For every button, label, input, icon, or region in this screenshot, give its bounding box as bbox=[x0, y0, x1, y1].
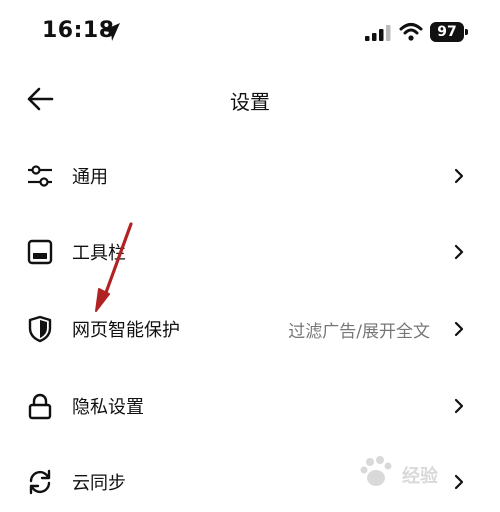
settings-item-label: 通用 bbox=[72, 167, 108, 188]
sync-icon bbox=[29, 469, 51, 495]
toolbar-icon bbox=[27, 239, 53, 265]
chevron-right-icon bbox=[454, 168, 464, 184]
settings-item-label: 工具栏 bbox=[72, 243, 126, 264]
wifi-icon bbox=[399, 23, 423, 41]
shield-icon bbox=[28, 315, 52, 343]
settings-item-privacy[interactable]: 隐私设置 bbox=[0, 376, 500, 436]
settings-item-web-protection[interactable]: 网页智能保护 过滤广告/展开全文 bbox=[0, 299, 500, 359]
settings-item-label: 网页智能保护 bbox=[72, 320, 180, 341]
location-arrow-icon bbox=[102, 23, 120, 41]
cellular-signal-icon bbox=[365, 25, 391, 41]
battery-indicator: 97 bbox=[430, 22, 468, 42]
page-title: 设置 bbox=[230, 90, 270, 114]
status-bar: 16:18 97 bbox=[0, 0, 500, 66]
settings-item-label: 隐私设置 bbox=[72, 397, 144, 418]
chevron-right-icon bbox=[454, 321, 464, 337]
settings-item-value: 过滤广告/展开全文 bbox=[288, 322, 430, 342]
chevron-right-icon bbox=[454, 398, 464, 414]
baidu-watermark: 经验 bbox=[358, 452, 478, 492]
header: 设置 bbox=[0, 70, 500, 130]
chevron-right-icon bbox=[454, 244, 464, 260]
settings-item-label: 云同步 bbox=[72, 473, 126, 494]
watermark-text: 经验 bbox=[402, 466, 438, 487]
settings-item-general[interactable]: 通用 bbox=[0, 146, 500, 206]
lock-icon bbox=[28, 393, 52, 420]
settings-item-toolbar[interactable]: 工具栏 bbox=[0, 222, 500, 282]
sliders-icon bbox=[28, 165, 52, 187]
paw-logo-icon bbox=[360, 456, 392, 486]
